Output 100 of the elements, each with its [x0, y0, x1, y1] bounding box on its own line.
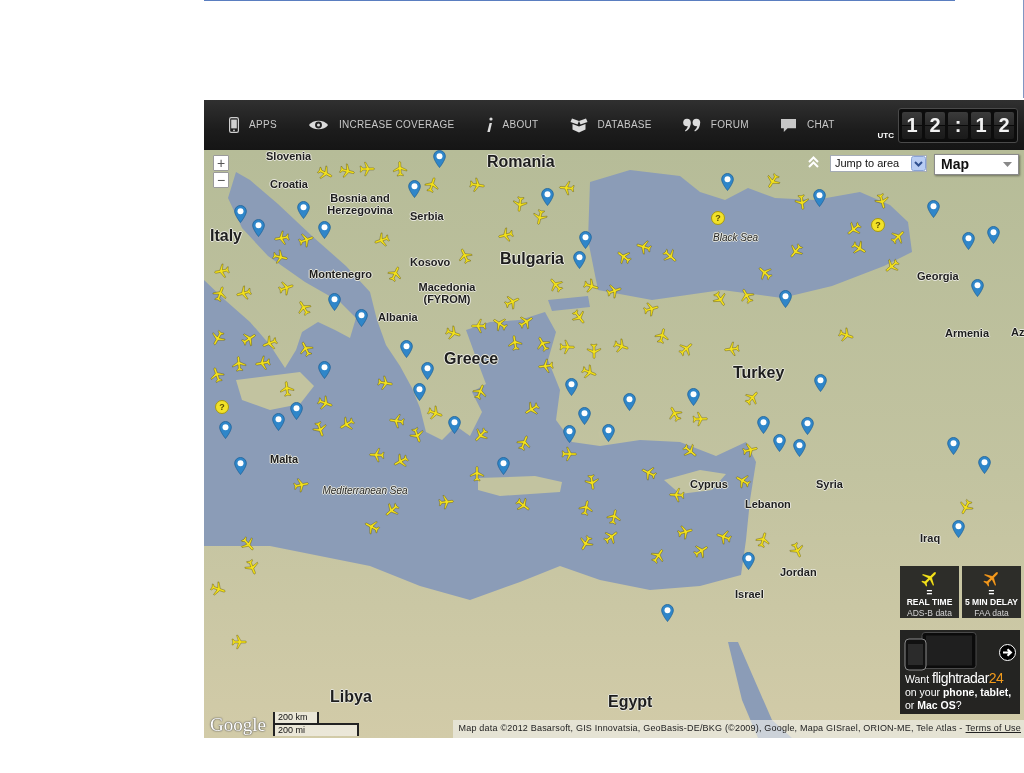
airplane-icon[interactable]: [234, 284, 253, 303]
airplane-icon[interactable]: [310, 420, 329, 439]
location-pin-icon[interactable]: [541, 188, 554, 206]
location-pin-icon[interactable]: [971, 279, 984, 297]
airplane-icon[interactable]: [516, 313, 535, 331]
airplane-icon[interactable]: [272, 228, 291, 247]
airplane-icon[interactable]: [604, 507, 623, 526]
airplane-icon[interactable]: [209, 580, 227, 599]
airplane-icon[interactable]: [691, 410, 710, 429]
airplane-icon[interactable]: [276, 279, 295, 298]
airplane-icon[interactable]: [641, 300, 660, 319]
airplane-icon[interactable]: [615, 248, 634, 267]
location-pin-icon[interactable]: [448, 416, 461, 434]
airplane-icon[interactable]: [358, 159, 376, 178]
airplane-icon[interactable]: [888, 228, 907, 247]
airplane-icon[interactable]: [468, 465, 487, 484]
airplane-icon[interactable]: [390, 159, 409, 178]
jump-to-area-select[interactable]: Jump to area: [830, 155, 927, 172]
airplane-icon[interactable]: [470, 316, 489, 335]
airplane-icon[interactable]: [497, 226, 515, 245]
location-pin-icon[interactable]: [661, 604, 674, 622]
airplane-icon[interactable]: [470, 383, 489, 402]
airplane-icon[interactable]: [362, 518, 381, 536]
airplane-icon[interactable]: [422, 175, 441, 194]
airplane-icon[interactable]: [337, 162, 356, 181]
airplane-icon[interactable]: [253, 353, 272, 372]
airplane-icon[interactable]: [547, 276, 566, 295]
airplane-icon[interactable]: [753, 530, 772, 549]
location-pin-icon[interactable]: [962, 232, 975, 250]
airplane-icon[interactable]: [577, 533, 596, 552]
airplane-icon[interactable]: [437, 493, 456, 512]
location-pin-icon[interactable]: [234, 205, 247, 223]
airplane-icon[interactable]: [337, 414, 356, 433]
location-pin-icon[interactable]: [978, 456, 991, 474]
terms-link[interactable]: Terms of Use: [965, 722, 1021, 736]
location-pin-icon[interactable]: [413, 383, 426, 401]
airplane-icon[interactable]: [723, 340, 742, 358]
location-pin-icon[interactable]: [328, 293, 341, 311]
airplane-icon[interactable]: [387, 411, 406, 430]
location-pin-icon[interactable]: [219, 421, 232, 439]
location-pin-icon[interactable]: [793, 439, 806, 457]
airplane-icon[interactable]: [536, 356, 555, 375]
airplane-icon[interactable]: [582, 473, 601, 492]
airplane-icon[interactable]: [211, 284, 230, 303]
double-chevron-icon[interactable]: [808, 156, 819, 168]
airplane-icon[interactable]: [668, 485, 687, 504]
location-pin-icon[interactable]: [814, 374, 827, 392]
airplane-icon[interactable]: [576, 499, 595, 518]
map-type-select[interactable]: Map: [934, 154, 1019, 175]
location-pin-icon[interactable]: [578, 407, 591, 425]
promo-panel[interactable]: Want flightradar24 on your phone, tablet, or Mac OS?: [900, 630, 1020, 714]
location-pin-icon[interactable]: [318, 221, 331, 239]
airplane-icon[interactable]: [715, 527, 734, 546]
airplane-icon[interactable]: [788, 540, 806, 559]
airplane-icon[interactable]: [522, 399, 541, 418]
airplane-icon[interactable]: [710, 289, 729, 308]
location-pin-icon[interactable]: [721, 173, 734, 191]
airplane-icon[interactable]: [845, 219, 864, 238]
location-pin-icon[interactable]: [355, 309, 368, 327]
airplane-icon[interactable]: [850, 239, 868, 257]
airplane-icon[interactable]: [238, 535, 257, 554]
location-pin-icon[interactable]: [563, 425, 576, 443]
airplane-icon[interactable]: [261, 333, 280, 352]
airplane-icon[interactable]: [558, 179, 577, 198]
location-pin-icon[interactable]: [408, 180, 421, 198]
location-pin-icon[interactable]: [421, 362, 434, 380]
location-pin-icon[interactable]: [234, 457, 247, 475]
airplane-icon[interactable]: [740, 440, 759, 459]
airplane-icon[interactable]: [229, 633, 248, 652]
airplane-icon[interactable]: [676, 522, 695, 541]
nav-link[interactable]: DATABASE: [569, 117, 652, 133]
location-pin-icon[interactable]: [290, 402, 303, 420]
airplane-icon[interactable]: [243, 558, 262, 577]
airplane-icon[interactable]: [372, 230, 391, 249]
location-pin-icon[interactable]: [623, 393, 636, 411]
location-pin-icon[interactable]: [927, 200, 940, 218]
nav-link[interactable]: FORUM: [682, 118, 749, 132]
nav-link[interactable]: CHAT: [779, 117, 835, 133]
location-pin-icon[interactable]: [602, 424, 615, 442]
airplane-icon[interactable]: [764, 172, 783, 191]
nav-link[interactable]: ABOUT: [485, 117, 539, 133]
zoom-out-button[interactable]: −: [213, 172, 229, 188]
airplane-icon[interactable]: [530, 207, 549, 226]
airplane-icon[interactable]: [653, 326, 672, 345]
location-pin-icon[interactable]: [779, 290, 792, 308]
location-pin-icon[interactable]: [272, 413, 285, 431]
airplane-icon[interactable]: [612, 337, 631, 356]
airplane-icon[interactable]: [425, 403, 444, 422]
airplane-icon[interactable]: [515, 433, 533, 452]
airplane-icon[interactable]: [680, 441, 699, 460]
airplane-icon[interactable]: [557, 337, 576, 356]
airplane-icon[interactable]: [692, 542, 711, 561]
zoom-in-button[interactable]: +: [213, 155, 229, 171]
airplane-icon[interactable]: [569, 308, 588, 327]
nav-link[interactable]: APPS: [229, 117, 277, 133]
airplane-icon[interactable]: [270, 248, 289, 267]
location-pin-icon[interactable]: [497, 457, 510, 475]
airplane-icon[interactable]: [510, 194, 529, 213]
airplane-icon[interactable]: [579, 362, 598, 381]
airplane-icon[interactable]: [742, 389, 761, 408]
